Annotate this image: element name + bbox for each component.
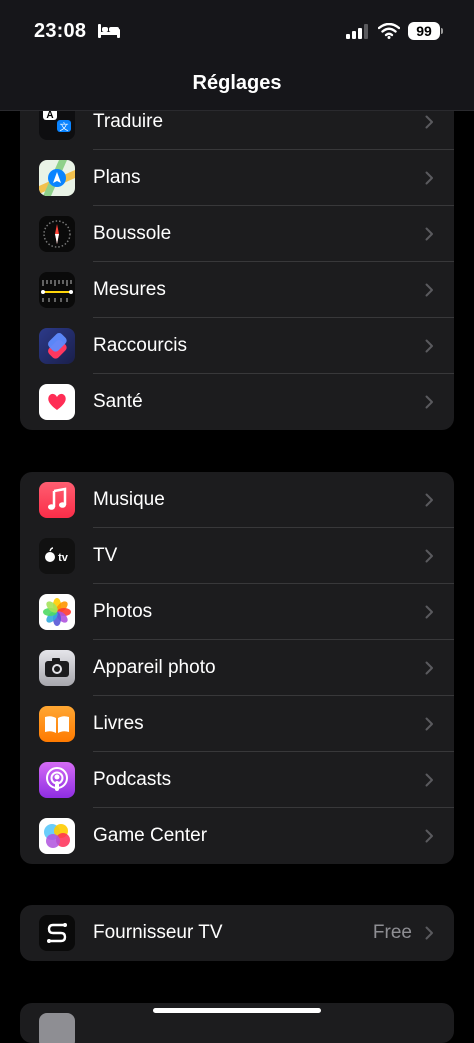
podcasts-icon <box>39 762 75 798</box>
settings-row-podcasts[interactable]: Podcasts <box>20 752 454 808</box>
svg-text:文: 文 <box>59 121 68 132</box>
chevron-right-icon <box>425 171 433 185</box>
chevron-right-icon <box>425 926 433 940</box>
row-label: Plans <box>93 167 141 188</box>
settings-row-musique[interactable]: Musique <box>20 472 454 528</box>
row-label: Podcasts <box>93 769 172 790</box>
settings-row-mesures[interactable]: Mesures <box>20 262 454 318</box>
tv-icon: tv <box>39 538 75 574</box>
compass-icon <box>39 216 75 252</box>
status-bar: 23:08 99 <box>0 0 474 60</box>
chevron-right-icon <box>425 339 433 353</box>
row-label: Photos <box>93 601 153 622</box>
chevron-right-icon <box>425 549 433 563</box>
chevron-right-icon <box>425 605 433 619</box>
row-label: TV <box>93 545 118 566</box>
row-label: Fournisseur TV <box>93 922 223 943</box>
row-label: Raccourcis <box>93 335 187 356</box>
chevron-right-icon <box>425 717 433 731</box>
row-label: Livres <box>93 713 144 734</box>
tv-provider-icon <box>39 915 75 951</box>
maps-icon <box>39 160 75 196</box>
shortcuts-icon <box>39 328 75 364</box>
partial-app-icon <box>39 1013 75 1043</box>
row-label: Musique <box>93 489 165 510</box>
photos-icon <box>39 594 75 630</box>
chevron-right-icon <box>425 661 433 675</box>
books-icon <box>39 706 75 742</box>
chevron-right-icon <box>425 115 433 129</box>
row-label: Traduire <box>93 111 164 132</box>
chevron-right-icon <box>425 493 433 507</box>
settings-row-livres[interactable]: Livres <box>20 696 454 752</box>
chevron-right-icon <box>425 227 433 241</box>
cellular-signal-icon <box>346 24 368 39</box>
measure-icon <box>39 272 75 308</box>
home-indicator[interactable] <box>153 1008 321 1013</box>
settings-group-apps-2: Musique tv TV Photos Appareil photo Livr… <box>20 472 454 864</box>
page-title: Réglages <box>192 72 282 94</box>
settings-row-tv[interactable]: tv TV <box>20 528 454 584</box>
chevron-right-icon <box>425 829 433 843</box>
settings-row-appareil-photo[interactable]: Appareil photo <box>20 640 454 696</box>
row-label: Game Center <box>93 825 208 846</box>
settings-row-sante[interactable]: Santé <box>20 374 454 430</box>
settings-group-apps-1: A 文 Traduire Plans Boussole Mesures Racc… <box>20 94 454 430</box>
chevron-right-icon <box>425 395 433 409</box>
row-label: Boussole <box>93 223 172 244</box>
music-icon <box>39 482 75 518</box>
row-label: Santé <box>93 391 143 412</box>
chevron-right-icon <box>425 283 433 297</box>
row-value: Free <box>372 922 412 943</box>
settings-group-tv-provider: Fournisseur TV Free <box>20 905 454 961</box>
row-label: Mesures <box>93 279 166 300</box>
camera-icon <box>39 650 75 686</box>
navigation-bar: Réglages <box>0 60 474 111</box>
game-center-icon <box>39 818 75 854</box>
settings-row-fournisseur-tv[interactable]: Fournisseur TV Free <box>20 905 454 961</box>
sleep-focus-icon <box>98 24 120 38</box>
settings-row-photos[interactable]: Photos <box>20 584 454 640</box>
health-icon <box>39 384 75 420</box>
wifi-icon <box>378 23 400 39</box>
battery-indicator: 99 <box>408 22 443 40</box>
settings-row-boussole[interactable]: Boussole <box>20 206 454 262</box>
row-label: Appareil photo <box>93 657 216 678</box>
settings-row-plans[interactable]: Plans <box>20 150 454 206</box>
svg-text:A: A <box>46 110 53 121</box>
settings-row-game-center[interactable]: Game Center <box>20 808 454 864</box>
chevron-right-icon <box>425 773 433 787</box>
settings-row-raccourcis[interactable]: Raccourcis <box>20 318 454 374</box>
status-time: 23:08 <box>34 20 87 42</box>
svg-text:tv: tv <box>58 552 69 564</box>
